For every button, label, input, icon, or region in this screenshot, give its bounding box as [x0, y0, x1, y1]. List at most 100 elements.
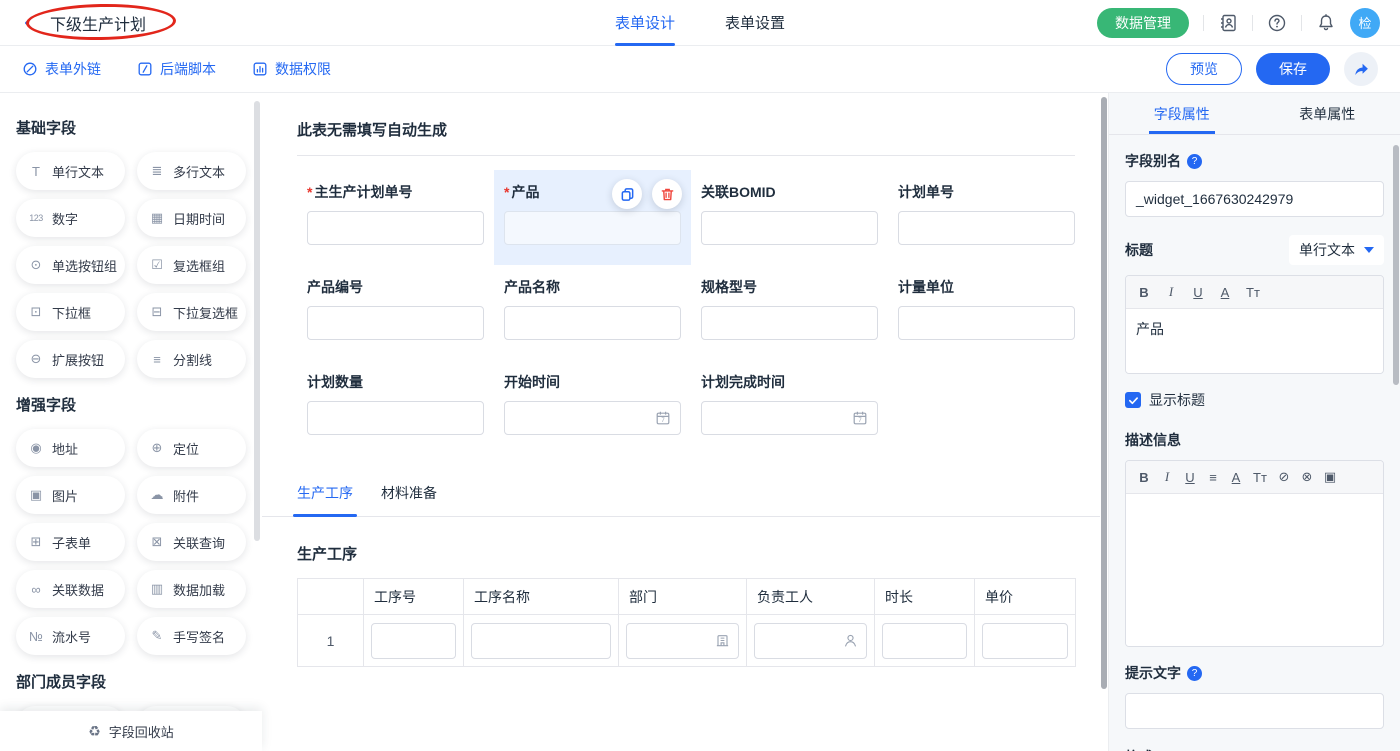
form-external-link[interactable]: 表单外链 — [22, 59, 101, 79]
remove-link-button[interactable]: ⊗ — [1301, 469, 1313, 485]
tab-field-properties[interactable]: 字段属性 — [1109, 93, 1255, 134]
hint-text-label: 提示文字 ? — [1125, 663, 1384, 683]
palette-item-image[interactable]: ▣图片 — [16, 476, 125, 514]
description-text-area[interactable] — [1126, 494, 1383, 646]
palette-item-linked-query[interactable]: ⊠关联查询 — [137, 523, 246, 561]
copy-field-button[interactable] — [612, 179, 642, 209]
palette-item-linked-data[interactable]: ∞关联数据 — [16, 570, 125, 608]
palette-item-divider[interactable]: ≡分割线 — [137, 340, 246, 378]
tab-material-prep[interactable]: 材料准备 — [381, 483, 437, 516]
align-button[interactable]: ≡ — [1207, 470, 1219, 485]
save-button[interactable]: 保存 — [1256, 53, 1330, 85]
field-bom-id[interactable]: 关联BOMID — [691, 170, 888, 265]
contacts-icon[interactable] — [1218, 13, 1238, 33]
field-input[interactable] — [898, 306, 1075, 340]
palette-item-serial-number[interactable]: №流水号 — [16, 617, 125, 655]
underline-button[interactable]: U — [1192, 285, 1204, 300]
alias-help-icon[interactable]: ? — [1187, 154, 1202, 169]
italic-button[interactable]: I — [1161, 469, 1173, 485]
show-title-checkbox-row[interactable]: 显示标题 — [1125, 390, 1384, 410]
share-button[interactable] — [1344, 52, 1378, 86]
subform-production-process[interactable]: 生产工序 工序号 工序名称 部门 负责工人 时长 单价 — [297, 543, 1080, 667]
hint-help-icon[interactable]: ? — [1187, 666, 1202, 681]
department-input[interactable] — [626, 623, 739, 659]
date-input[interactable]: 7 — [701, 401, 878, 435]
palette-item-signature[interactable]: ✎手写签名 — [137, 617, 246, 655]
data-permission-link[interactable]: 数据权限 — [252, 59, 331, 79]
linked-query-icon: ⊠ — [149, 534, 165, 550]
palette-item-radio-group[interactable]: ⊙单选按钮组 — [16, 246, 125, 284]
insert-image-button[interactable]: ▣ — [1324, 469, 1336, 485]
tab-form-properties[interactable]: 表单属性 — [1255, 93, 1400, 134]
palette-item-location[interactable]: ⊕定位 — [137, 429, 246, 467]
field-input[interactable] — [307, 211, 484, 245]
worker-input[interactable] — [754, 623, 867, 659]
field-plan-finish-time[interactable]: 计划完成时间 7 — [691, 360, 888, 455]
palette-item-address[interactable]: ◉地址 — [16, 429, 125, 467]
field-plan-no[interactable]: 计划单号 — [888, 170, 1085, 265]
palette-item-attachment[interactable]: ☁附件 — [137, 476, 246, 514]
process-name-input[interactable] — [471, 623, 611, 659]
field-start-time[interactable]: 开始时间 7 — [494, 360, 691, 455]
palette-item-number[interactable]: 123数字 — [16, 199, 125, 237]
property-inspector: 字段属性 表单属性 字段别名 ? _widget_1667630242979 标… — [1108, 93, 1400, 751]
bold-button[interactable]: B — [1138, 470, 1150, 485]
font-color-button[interactable]: A — [1230, 470, 1242, 485]
field-spec-model[interactable]: 规格型号 — [691, 265, 888, 360]
unit-price-input[interactable] — [982, 623, 1068, 659]
inspector-scrollbar[interactable] — [1393, 145, 1399, 385]
field-input[interactable] — [898, 211, 1075, 245]
tab-form-settings[interactable]: 表单设置 — [725, 0, 785, 46]
field-product-code[interactable]: 产品编号 — [297, 265, 494, 360]
title-text-area[interactable]: 产品 — [1126, 309, 1383, 373]
font-color-button[interactable]: A — [1219, 285, 1231, 300]
field-input[interactable] — [307, 306, 484, 340]
palette-item-multi-dropdown[interactable]: ⊟下拉复选框 — [137, 293, 246, 331]
field-product-selected[interactable]: *产品 — [494, 170, 691, 265]
insert-link-button[interactable]: ⊘ — [1278, 469, 1290, 485]
sidebar-scrollbar[interactable] — [254, 101, 260, 541]
palette-item-extend-button[interactable]: ⊖扩展按钮 — [16, 340, 125, 378]
hint-text-input[interactable] — [1125, 693, 1384, 729]
back-icon[interactable] — [20, 14, 38, 32]
backend-script-link[interactable]: 后端脚本 — [137, 59, 216, 79]
field-input[interactable] — [504, 211, 681, 245]
palette-item-single-line-text[interactable]: T单行文本 — [16, 152, 125, 190]
palette-item-subform[interactable]: ⊞子表单 — [16, 523, 125, 561]
field-input[interactable] — [701, 306, 878, 340]
notification-bell-icon[interactable] — [1316, 13, 1336, 33]
preview-button[interactable]: 预览 — [1166, 53, 1242, 85]
field-recycle-bin[interactable]: ♻ 字段回收站 — [0, 711, 262, 751]
tab-production-process[interactable]: 生产工序 — [297, 483, 353, 516]
field-alias-input[interactable]: _widget_1667630242979 — [1125, 181, 1384, 217]
field-main-plan-no[interactable]: *主生产计划单号 — [297, 170, 494, 265]
font-size-button[interactable]: Tт — [1253, 470, 1267, 485]
field-input[interactable] — [307, 401, 484, 435]
date-input[interactable]: 7 — [504, 401, 681, 435]
font-size-button[interactable]: Tт — [1246, 285, 1260, 300]
field-product-name[interactable]: 产品名称 — [494, 265, 691, 360]
palette-item-multi-line-text[interactable]: ≣多行文本 — [137, 152, 246, 190]
field-unit[interactable]: 计量单位 — [888, 265, 1085, 360]
palette-item-datetime[interactable]: ▦日期时间 — [137, 199, 246, 237]
bold-button[interactable]: B — [1138, 285, 1150, 300]
palette-item-dropdown[interactable]: ⊡下拉框 — [16, 293, 125, 331]
field-input[interactable] — [701, 211, 878, 245]
field-plan-qty[interactable]: 计划数量 — [297, 360, 494, 455]
field-type-dropdown[interactable]: 单行文本 — [1289, 235, 1384, 265]
user-avatar[interactable]: 检 — [1350, 8, 1380, 38]
help-icon[interactable] — [1267, 13, 1287, 33]
form-toolbar: 表单外链 后端脚本 数据权限 预览 保存 — [0, 46, 1400, 93]
data-manage-button[interactable]: 数据管理 — [1097, 8, 1189, 38]
palette-item-data-load[interactable]: ▥数据加载 — [137, 570, 246, 608]
canvas-scrollbar-thumb[interactable] — [1101, 97, 1107, 689]
palette-item-checkbox-group[interactable]: ☑复选框组 — [137, 246, 246, 284]
delete-field-button[interactable] — [652, 179, 682, 209]
process-no-input[interactable] — [371, 623, 456, 659]
checkbox-checked-icon[interactable] — [1125, 392, 1141, 408]
field-input[interactable] — [504, 306, 681, 340]
underline-button[interactable]: U — [1184, 470, 1196, 485]
tab-form-design[interactable]: 表单设计 — [615, 0, 675, 46]
italic-button[interactable]: I — [1165, 284, 1177, 300]
duration-input[interactable] — [882, 623, 967, 659]
